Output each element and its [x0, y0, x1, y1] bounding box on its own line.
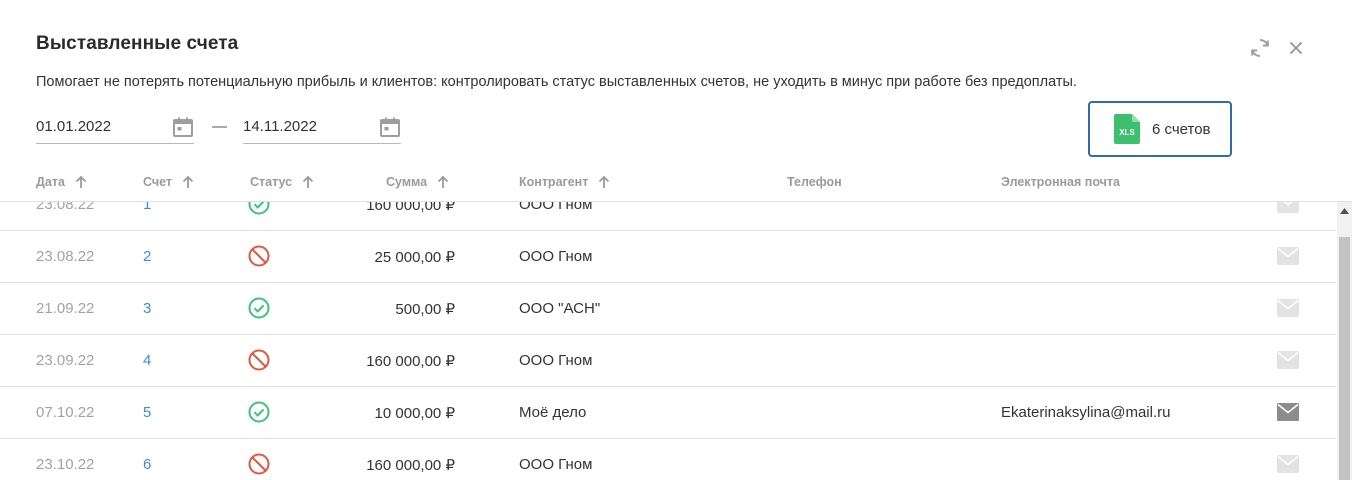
export-xls-button[interactable]: XLS 6 счетов — [1088, 101, 1232, 157]
column-header-status[interactable]: Статус — [250, 175, 314, 189]
table-row[interactable]: 21.09.22 3 500,00 ₽ ООО "АСН" — [0, 283, 1336, 335]
date-from-value[interactable]: 01.01.2022 — [36, 118, 111, 135]
column-header-label: Электронная почта — [1001, 175, 1120, 189]
column-header-label: Сумма — [386, 175, 428, 189]
page-title: Выставленные счета — [36, 33, 239, 54]
sort-arrow-icon[interactable] — [598, 175, 610, 189]
invoice-date: 21.09.22 — [36, 300, 95, 317]
status-paid-icon — [248, 401, 270, 423]
send-mail-icon[interactable] — [1277, 202, 1299, 213]
xls-icon-label: XLS — [1119, 128, 1135, 137]
invoice-agent: Моё дело — [519, 404, 587, 421]
status-paid-icon — [248, 297, 270, 319]
status-paid-icon — [248, 202, 270, 215]
invoice-count: 6 счетов — [1152, 120, 1211, 138]
table-row[interactable]: 23.09.22 4 160 000,00 ₽ ООО Гном — [0, 335, 1336, 387]
column-header-label: Дата — [36, 175, 65, 189]
column-header-phone: Телефон — [787, 175, 842, 189]
date-to-value[interactable]: 14.11.2022 — [243, 118, 317, 135]
invoice-date: 23.08.22 — [36, 202, 95, 213]
send-mail-icon[interactable] — [1277, 455, 1299, 473]
send-mail-icon[interactable] — [1277, 403, 1299, 421]
invoice-number-link[interactable]: 4 — [143, 352, 151, 369]
calendar-icon[interactable] — [379, 116, 401, 138]
column-header-label: Контрагент — [519, 175, 589, 189]
sort-arrow-icon[interactable] — [75, 175, 87, 189]
invoice-sum: 160 000,00 ₽ — [366, 353, 455, 370]
sort-arrow-icon[interactable] — [302, 175, 314, 189]
invoice-agent: ООО Гном — [519, 202, 593, 213]
invoice-number-link[interactable]: 3 — [143, 300, 151, 317]
column-header-label: Счет — [143, 175, 173, 189]
column-header-agent[interactable]: Контрагент — [519, 175, 610, 189]
invoice-number-link[interactable]: 1 — [143, 202, 151, 213]
date-from-field[interactable]: 01.01.2022 — [36, 112, 194, 144]
invoice-number-link[interactable]: 2 — [143, 248, 151, 265]
invoice-email: Ekaterinaksylina@mail.ru — [1001, 404, 1171, 421]
table-row[interactable]: 23.08.22 2 25 000,00 ₽ ООО Гном — [0, 231, 1336, 283]
invoice-number-link[interactable]: 5 — [143, 404, 151, 421]
invoice-date: 23.08.22 — [36, 248, 95, 265]
sort-arrow-icon[interactable] — [182, 175, 194, 189]
invoice-sum: 25 000,00 ₽ — [374, 249, 455, 266]
xls-file-icon: XLS — [1114, 114, 1140, 144]
invoice-sum: 500,00 ₽ — [395, 301, 455, 318]
table-row[interactable]: 07.10.22 5 10 000,00 ₽ Моё дело Ekaterinaksy… — [0, 387, 1336, 439]
refresh-icon[interactable] — [1248, 36, 1272, 60]
invoice-date: 23.10.22 — [36, 456, 95, 473]
invoice-agent: ООО Гном — [519, 456, 593, 473]
scrollbar-thumb[interactable] — [1339, 237, 1350, 480]
invoice-agent: ООО Гном — [519, 352, 593, 369]
calendar-icon[interactable] — [172, 116, 194, 138]
invoice-table-body[interactable]: 23.08.22 1 160 000,00 ₽ ООО Гном 23.08.22 2 25… — [0, 202, 1336, 480]
column-header-number[interactable]: Счет — [143, 175, 194, 189]
column-header-date[interactable]: Дата — [36, 175, 87, 189]
invoice-sum: 160 000,00 ₽ — [366, 457, 455, 474]
invoice-date: 23.09.22 — [36, 352, 95, 369]
column-header-label: Телефон — [787, 175, 842, 189]
status-cancelled-icon — [248, 349, 270, 371]
send-mail-icon[interactable] — [1277, 299, 1299, 317]
table-header: Дата Счет Статус Сумма Контрагент Телефо… — [0, 168, 1352, 202]
column-header-email: Электронная почта — [1001, 175, 1120, 189]
status-cancelled-icon — [248, 245, 270, 267]
invoice-sum: 160 000,00 ₽ — [366, 202, 455, 214]
invoice-number-link[interactable]: 6 — [143, 456, 151, 473]
table-row[interactable]: 23.08.22 1 160 000,00 ₽ ООО Гном — [0, 202, 1336, 231]
invoice-sum: 10 000,00 ₽ — [374, 405, 455, 422]
sort-arrow-icon[interactable] — [437, 175, 449, 189]
invoice-agent: ООО "АСН" — [519, 300, 601, 317]
page-subtitle: Помогает не потерять потенциальную прибы… — [36, 74, 1077, 90]
table-row[interactable]: 23.10.22 6 160 000,00 ₽ ООО Гном — [0, 439, 1336, 480]
send-mail-icon[interactable] — [1277, 351, 1299, 369]
send-mail-icon[interactable] — [1277, 247, 1299, 265]
column-header-sum[interactable]: Сумма — [386, 175, 449, 189]
close-icon[interactable] — [1284, 36, 1308, 60]
status-cancelled-icon — [248, 453, 270, 475]
invoice-date: 07.10.22 — [36, 404, 95, 421]
scroll-up-arrow-icon[interactable] — [1337, 205, 1352, 217]
date-to-field[interactable]: 14.11.2022 — [243, 112, 401, 144]
column-header-label: Статус — [250, 175, 293, 189]
invoice-agent: ООО Гном — [519, 248, 593, 265]
date-range-separator: — — [212, 118, 227, 135]
